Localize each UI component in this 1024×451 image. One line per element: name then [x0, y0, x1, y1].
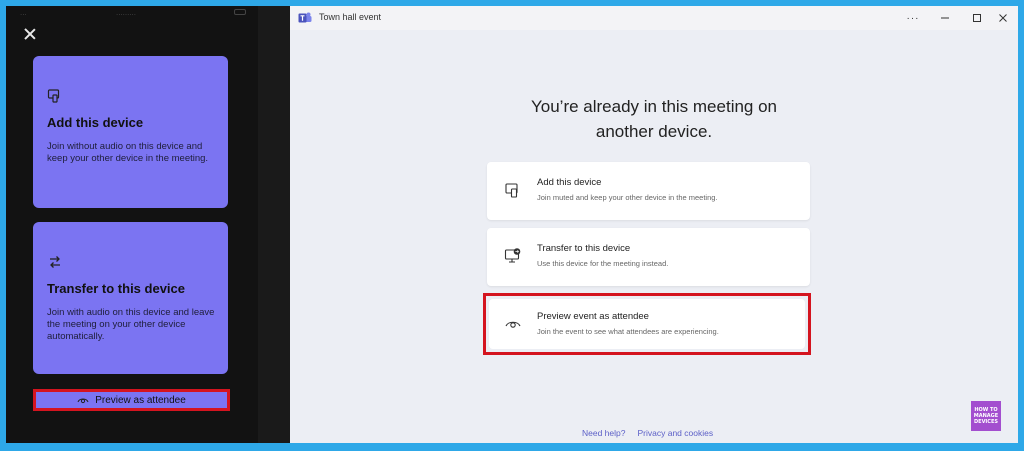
transfer-device-title: Transfer to this device [47, 281, 185, 296]
preview-button-label: Preview as attendee [95, 394, 186, 406]
badge-line-3: DEVICES [974, 419, 998, 425]
device-add-icon [505, 183, 518, 198]
mobile-screen: ... ......... Add this device Join witho… [6, 6, 258, 443]
transfer-device-card[interactable]: Transfer to this device Join with audio … [33, 222, 228, 374]
eye-icon [77, 398, 89, 404]
add-this-device-title: Add this device [537, 177, 602, 188]
transfer-arrows-icon [50, 256, 60, 268]
maximize-icon [973, 14, 981, 22]
more-options-button[interactable]: ··· [898, 6, 928, 30]
need-help-link[interactable]: Need help? [582, 428, 625, 438]
teams-window: Town hall event ··· You’re already in th… [290, 6, 1018, 443]
monitor-transfer-icon [504, 248, 521, 263]
add-this-device-description: Join muted and keep your other device in… [537, 193, 718, 202]
add-device-description: Join without audio on this device and ke… [47, 141, 209, 164]
close-window-button[interactable] [988, 6, 1018, 30]
preview-event-as-attendee-option[interactable]: Preview event as attendee Join the event… [489, 299, 805, 349]
heading-line-1: You’re already in this meeting on [530, 97, 778, 116]
page-heading: You’re already in this meeting on anothe… [454, 94, 854, 144]
window-title: Town hall event [319, 12, 382, 22]
eye-icon [505, 321, 521, 328]
battery-icon [234, 9, 246, 15]
status-center: ......... [116, 8, 137, 17]
status-bar: ... ......... [6, 6, 258, 20]
footer-links: Need help? Privacy and cookies [582, 428, 713, 438]
close-icon[interactable] [22, 26, 38, 42]
transfer-device-description: Join with audio on this device and leave… [47, 307, 215, 342]
add-device-card[interactable]: Add this device Join without audio on th… [33, 56, 228, 208]
teams-logo-icon [298, 12, 312, 23]
add-device-title: Add this device [47, 115, 144, 130]
transfer-to-this-device-description: Use this device for the meeting instead. [537, 259, 669, 268]
heading-line-2: another device. [595, 122, 713, 141]
preview-event-title: Preview event as attendee [537, 311, 649, 322]
close-icon [999, 14, 1007, 22]
transfer-to-this-device-option[interactable]: Transfer to this device Use this device … [487, 228, 810, 286]
device-add-icon [47, 89, 60, 103]
minimize-button[interactable] [930, 6, 960, 30]
minimize-icon [941, 17, 949, 19]
status-left: ... [20, 8, 27, 17]
title-bar: Town hall event ··· [290, 6, 1018, 30]
preview-as-attendee-button[interactable]: Preview as attendee [33, 389, 230, 411]
add-this-device-option[interactable]: Add this device Join muted and keep your… [487, 162, 810, 220]
panel-divider [258, 6, 290, 443]
privacy-cookies-link[interactable]: Privacy and cookies [637, 428, 713, 438]
how-to-manage-devices-logo: HOW TO MANAGE DEVICES [971, 401, 1001, 431]
transfer-to-this-device-title: Transfer to this device [537, 243, 631, 254]
preview-event-description: Join the event to see what attendees are… [537, 327, 719, 336]
